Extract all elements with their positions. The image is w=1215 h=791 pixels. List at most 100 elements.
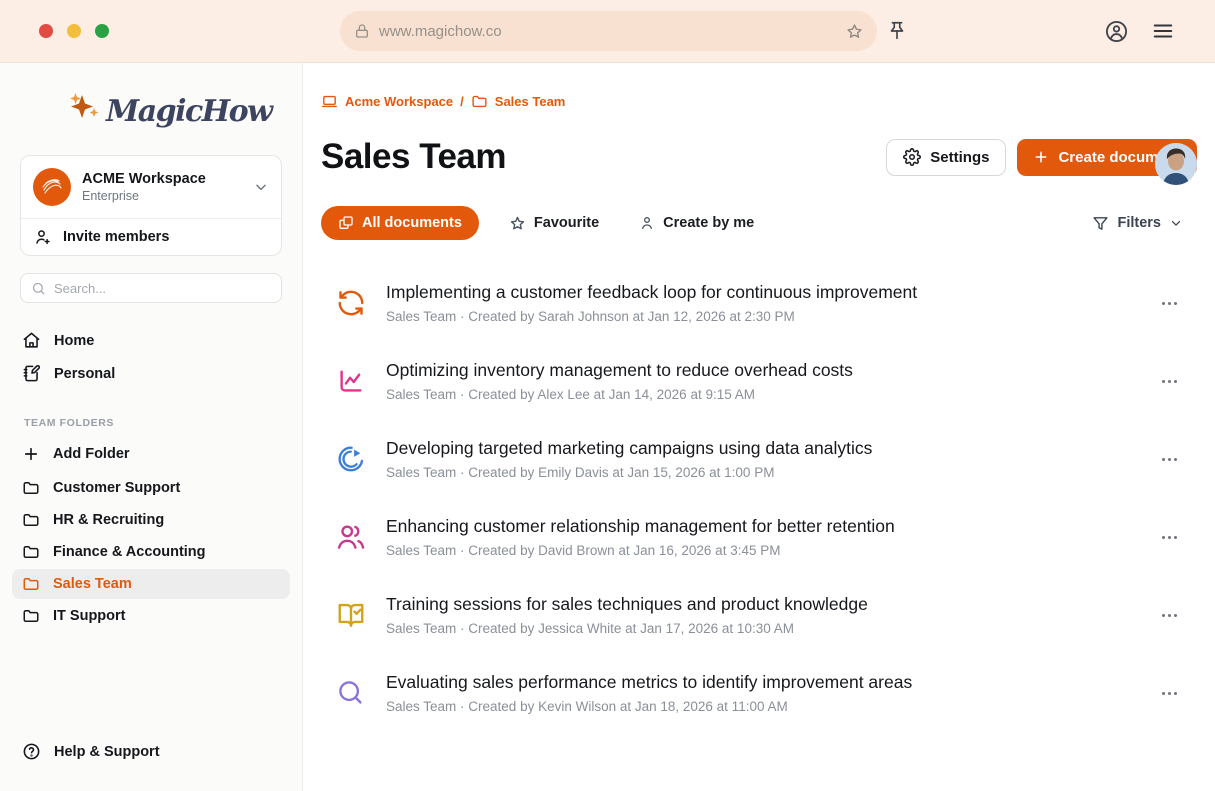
filters-button[interactable]: Filters — [1092, 215, 1197, 232]
page-title: Sales Team — [321, 137, 506, 177]
document-meta: Sales Team · Created by Alex Lee at Jan … — [386, 387, 853, 402]
row-menu-button[interactable] — [1154, 294, 1185, 313]
notebook-icon — [22, 364, 41, 383]
tab-label: All documents — [362, 215, 462, 231]
document-row[interactable]: Implementing a customer feedback loop fo… — [321, 264, 1197, 342]
search-doc-icon — [334, 678, 368, 708]
document-meta: Sales Team · Created by Sarah Johnson at… — [386, 309, 917, 324]
breadcrumb-folder[interactable]: Sales Team — [495, 94, 566, 109]
document-title: Training sessions for sales techniques a… — [386, 594, 868, 615]
row-menu-button[interactable] — [1154, 450, 1185, 469]
sparkles-icon — [66, 87, 102, 135]
document-title: Developing targeted marketing campaigns … — [386, 438, 872, 459]
user-plus-icon — [34, 228, 52, 246]
minimize-window-button[interactable] — [67, 24, 81, 38]
book-check-icon — [334, 600, 368, 630]
person-icon — [639, 215, 655, 231]
row-menu-button[interactable] — [1154, 606, 1185, 625]
add-folder-button[interactable]: Add Folder — [12, 439, 290, 469]
chart-line-icon — [334, 366, 368, 396]
star-icon — [509, 215, 526, 232]
breadcrumb-workspace[interactable]: Acme Workspace — [345, 94, 453, 109]
chevron-down-icon — [253, 179, 269, 195]
row-menu-button[interactable] — [1154, 684, 1185, 703]
folder-icon — [471, 93, 488, 110]
breadcrumb-separator: / — [460, 94, 464, 109]
team-folders-label: TEAM FOLDERS — [24, 417, 302, 429]
invite-members-button[interactable]: Invite members — [21, 218, 281, 255]
document-row[interactable]: Optimizing inventory management to reduc… — [321, 342, 1197, 420]
document-row[interactable]: Training sessions for sales techniques a… — [321, 576, 1197, 654]
tab-favourite[interactable]: Favourite — [509, 215, 599, 232]
sidebar-item-home[interactable]: Home — [12, 325, 290, 356]
sidebar-item-label: Personal — [54, 366, 115, 382]
profile-avatar[interactable] — [1155, 143, 1197, 185]
folder-label: Finance & Accounting — [53, 544, 206, 560]
laptop-icon — [321, 93, 338, 110]
workspace-name: ACME Workspace — [82, 171, 206, 187]
folder-icon — [22, 543, 40, 561]
document-row[interactable]: Enhancing customer relationship manageme… — [321, 498, 1197, 576]
address-bar[interactable]: www.magichow.co — [340, 11, 877, 51]
sidebar-item-label: Home — [54, 333, 94, 349]
sidebar-folder-customer-support[interactable]: Customer Support — [12, 473, 290, 503]
document-title: Implementing a customer feedback loop fo… — [386, 282, 917, 303]
document-meta: Sales Team · Created by Kevin Wilson at … — [386, 699, 912, 714]
filters-label: Filters — [1117, 215, 1161, 231]
breadcrumb: Acme Workspace / Sales Team — [321, 63, 1197, 110]
sidebar-folder-sales-team[interactable]: Sales Team — [12, 569, 290, 599]
help-circle-icon — [22, 742, 41, 761]
hamburger-menu-icon[interactable] — [1151, 20, 1175, 42]
sidebar-folder-hr-recruiting[interactable]: HR & Recruiting — [12, 505, 290, 535]
tab-label: Create by me — [663, 215, 754, 231]
document-meta: Sales Team · Created by Emily Davis at J… — [386, 465, 872, 480]
users-icon — [334, 522, 368, 552]
sidebar-nav: Home Personal — [0, 323, 302, 391]
document-title: Optimizing inventory management to reduc… — [386, 360, 853, 381]
url-text: www.magichow.co — [379, 23, 502, 40]
lock-icon — [354, 23, 370, 39]
document-title: Enhancing customer relationship manageme… — [386, 516, 895, 537]
search-input[interactable] — [54, 281, 271, 296]
document-row[interactable]: Developing targeted marketing campaigns … — [321, 420, 1197, 498]
app-logo: MagicHow — [66, 87, 302, 143]
home-icon — [22, 331, 41, 350]
sidebar-search — [20, 273, 282, 303]
row-menu-button[interactable] — [1154, 372, 1185, 391]
folder-label: IT Support — [53, 608, 126, 624]
target-icon — [334, 444, 368, 474]
document-row[interactable]: Evaluating sales performance metrics to … — [321, 654, 1197, 732]
gear-icon — [903, 148, 921, 166]
pin-icon[interactable] — [886, 19, 908, 43]
add-folder-label: Add Folder — [53, 446, 130, 462]
workspace-avatar — [33, 168, 71, 206]
tab-create-by-me[interactable]: Create by me — [639, 215, 754, 231]
window-controls — [39, 24, 109, 38]
folder-label: Customer Support — [53, 480, 180, 496]
help-support-label: Help & Support — [54, 744, 160, 760]
page-header: Sales Team Settings Create document — [321, 137, 1197, 177]
folder-icon — [22, 511, 40, 529]
sidebar-folder-it-support[interactable]: IT Support — [12, 601, 290, 631]
workspace-switcher[interactable]: ACME Workspace Enterprise — [21, 156, 281, 218]
sidebar-item-personal[interactable]: Personal — [12, 358, 290, 389]
folder-icon — [22, 479, 40, 497]
zoom-window-button[interactable] — [95, 24, 109, 38]
settings-button[interactable]: Settings — [886, 139, 1006, 176]
settings-label: Settings — [930, 149, 989, 166]
tab-all-documents[interactable]: All documents — [321, 206, 479, 240]
document-title: Evaluating sales performance metrics to … — [386, 672, 912, 693]
document-list: Implementing a customer feedback loop fo… — [321, 264, 1197, 732]
close-window-button[interactable] — [39, 24, 53, 38]
logo-wordmark: MagicHow — [106, 87, 271, 137]
help-support-button[interactable]: Help & Support — [12, 736, 290, 767]
funnel-icon — [1092, 215, 1109, 232]
folder-icon — [22, 607, 40, 625]
row-menu-button[interactable] — [1154, 528, 1185, 547]
tab-label: Favourite — [534, 215, 599, 231]
bookmark-star-icon[interactable] — [846, 23, 863, 40]
sidebar-folder-finance-accounting[interactable]: Finance & Accounting — [12, 537, 290, 567]
folder-label: HR & Recruiting — [53, 512, 164, 528]
account-icon[interactable] — [1104, 19, 1129, 44]
documents-icon — [338, 215, 354, 231]
